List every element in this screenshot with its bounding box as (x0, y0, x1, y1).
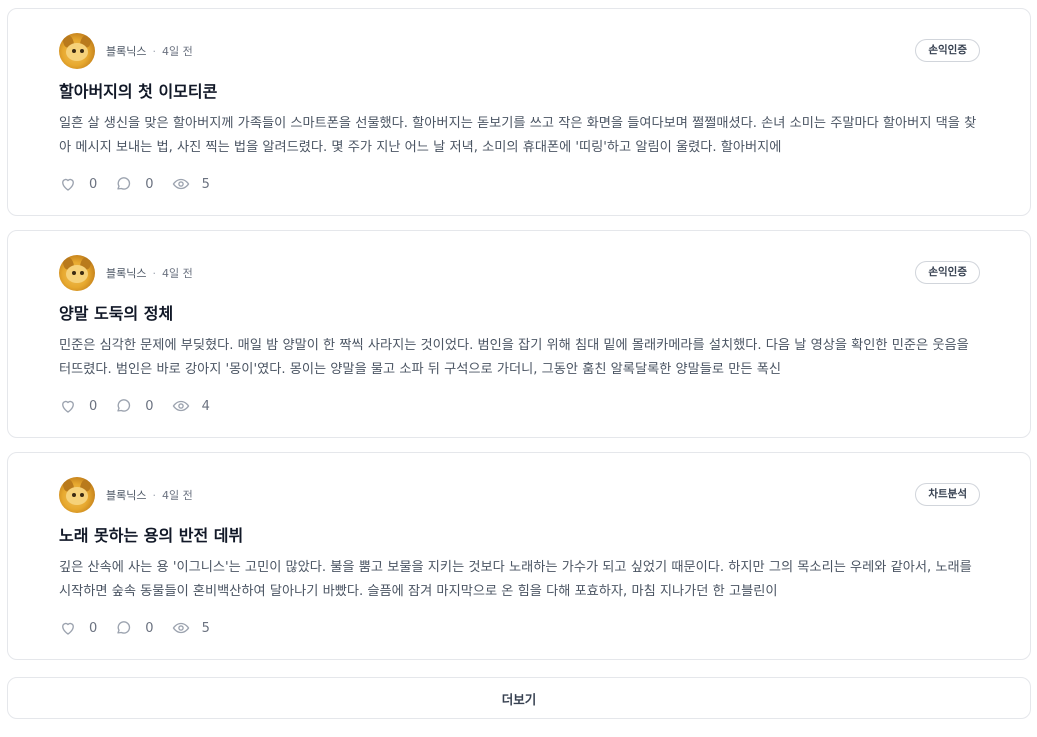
post-excerpt: 민준은 심각한 문제에 부딪혔다. 매일 밤 양말이 한 짝씩 사라지는 것이었… (59, 338, 969, 377)
view-count: 5 (201, 176, 210, 192)
meta-separator: · (152, 488, 156, 502)
avatar[interactable] (59, 33, 95, 69)
post-meta: 블록닉스 · 4일 전 (59, 255, 980, 291)
like-count: 0 (89, 176, 98, 192)
post-time: 4일 전 (161, 267, 193, 280)
post-stats: 0 0 5 (59, 174, 980, 194)
post-meta: 블록닉스 · 4일 전 (59, 33, 980, 69)
eye-icon (172, 400, 189, 412)
author-name[interactable]: 블록닉스 (106, 487, 146, 503)
post-time: 4일 전 (161, 45, 193, 58)
post-card[interactable]: 블록닉스 · 4일 전 차트분석 노래 못하는 용의 반전 데뷔 깊은 산속에 … (7, 452, 1031, 660)
avatar[interactable] (59, 255, 95, 291)
post-title[interactable]: 노래 못하는 용의 반전 데뷔 (59, 524, 980, 548)
meta-separator: · (152, 266, 156, 280)
comment-count: 0 (145, 620, 154, 636)
post-feed: 블록닉스 · 4일 전 손익인증 할아버지의 첫 이모티콘 일흔 살 생신을 맞… (7, 8, 1031, 674)
comment-count: 0 (145, 176, 154, 192)
category-badge[interactable]: 손익인증 (915, 39, 980, 62)
view-stat: 4 (172, 397, 210, 415)
post-stats: 0 0 5 (59, 618, 980, 638)
post-title[interactable]: 양말 도둑의 정체 (59, 302, 980, 326)
load-more-button[interactable]: 더보기 (7, 677, 1031, 719)
comment-icon (117, 177, 131, 190)
heart-icon (62, 622, 74, 635)
comment-icon (117, 621, 131, 634)
post-meta: 블록닉스 · 4일 전 (59, 477, 980, 513)
post-excerpt: 일흔 살 생신을 맞은 할아버지께 가족들이 스마트폰을 선물했다. 할아버지는… (59, 116, 977, 155)
avatar[interactable] (59, 477, 95, 513)
category-badge[interactable]: 손익인증 (915, 261, 980, 284)
author-name[interactable]: 블록닉스 (106, 43, 146, 59)
post-time: 4일 전 (161, 489, 193, 502)
comment-stat[interactable]: 0 (115, 397, 154, 415)
heart-icon (62, 178, 74, 191)
view-count: 5 (201, 620, 210, 636)
post-card[interactable]: 블록닉스 · 4일 전 손익인증 양말 도둑의 정체 민준은 심각한 문제에 부… (7, 230, 1031, 438)
eye-icon (172, 178, 189, 190)
view-count: 4 (201, 398, 210, 414)
meta-separator: · (152, 44, 156, 58)
comment-stat[interactable]: 0 (115, 619, 154, 637)
category-badge[interactable]: 차트분석 (915, 483, 980, 506)
like-count: 0 (89, 398, 98, 414)
comment-icon (117, 399, 131, 412)
post-card[interactable]: 블록닉스 · 4일 전 손익인증 할아버지의 첫 이모티콘 일흔 살 생신을 맞… (7, 8, 1031, 216)
comment-count: 0 (145, 398, 154, 414)
post-title[interactable]: 할아버지의 첫 이모티콘 (59, 80, 980, 104)
view-stat: 5 (172, 619, 210, 637)
heart-icon (62, 400, 74, 413)
post-excerpt: 깊은 산속에 사는 용 '이그니스'는 고민이 많았다. 불을 뿜고 보물을 지… (59, 560, 972, 599)
like-count: 0 (89, 620, 98, 636)
author-name[interactable]: 블록닉스 (106, 265, 146, 281)
view-stat: 5 (172, 175, 210, 193)
like-stat[interactable]: 0 (59, 397, 97, 415)
like-stat[interactable]: 0 (59, 619, 97, 637)
eye-icon (172, 622, 189, 634)
like-stat[interactable]: 0 (59, 175, 97, 193)
comment-stat[interactable]: 0 (115, 175, 154, 193)
post-stats: 0 0 4 (59, 396, 980, 416)
